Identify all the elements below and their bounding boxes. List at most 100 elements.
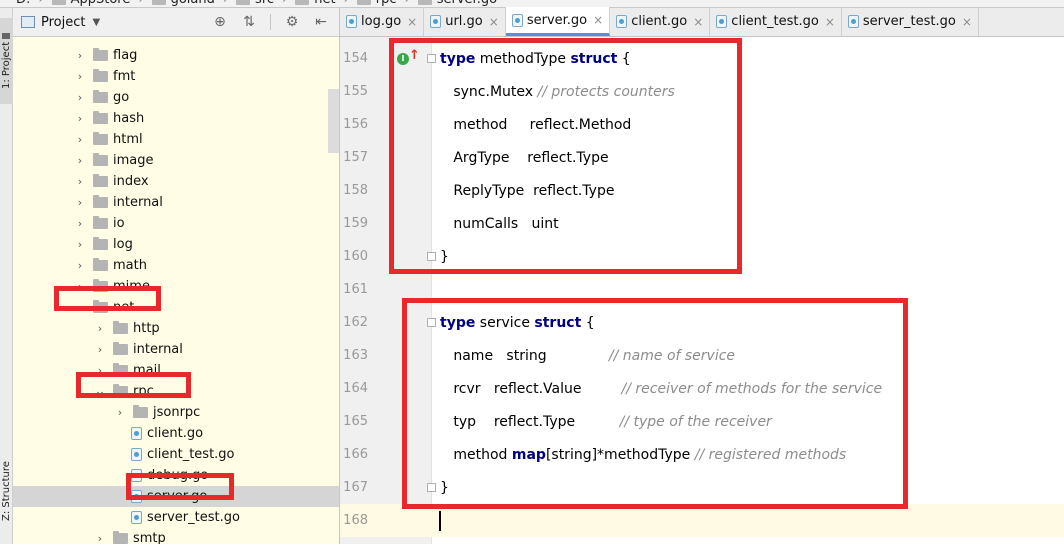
editor-tab[interactable]: server_test.go × [842,7,979,36]
tree-folder-item[interactable]: › http [13,318,339,339]
tree-folder-item[interactable]: › fmt [13,66,339,87]
tool-window-strip: 1: Project Z: Structure [0,8,13,544]
breadcrumb-label: AppStore [71,0,131,7]
close-icon[interactable]: × [825,15,835,29]
tree-folder-item[interactable]: › flag [13,45,339,66]
chevron-right-icon[interactable]: › [73,133,87,146]
chevron-right-icon[interactable]: › [73,154,87,167]
tree-folder-item[interactable]: › jsonrpc [13,402,339,423]
chevron-right-icon[interactable]: › [73,91,87,104]
tree-folder-item[interactable]: › html [13,129,339,150]
line-number: 165 [343,414,368,429]
chevron-right-icon[interactable]: › [73,49,87,62]
close-icon[interactable]: × [489,15,499,29]
line-number: 155 [343,84,368,99]
chevron-right-icon[interactable]: › [93,343,107,356]
close-icon[interactable]: × [593,13,603,27]
editor-tabs: log.go × url.go × server.go × client.go × client… [340,7,1064,37]
chevron-right-icon[interactable]: › [73,217,87,230]
go-file-icon [346,15,357,28]
tree-folder-item[interactable]: › index [13,171,339,192]
tree-item-label: server_test.go [147,510,240,525]
structure-tool-tab[interactable]: Z: Structure [0,456,13,526]
folder-icon [93,69,108,82]
tree-item-label: smtp [133,531,166,544]
annotation-box-rpc-folder [76,372,191,398]
breadcrumb-label: D: [16,0,30,7]
tree-item-label: flag [113,48,138,63]
breadcrumb-item[interactable]: net› [287,0,349,7]
line-number: 157 [343,150,368,165]
folder-icon [93,48,108,61]
close-icon[interactable]: × [693,15,703,29]
structure-tool-tab-label: Z: Structure [1,461,12,521]
line-number: 156 [343,117,368,132]
project-tool-tab[interactable]: 1: Project [0,18,13,104]
tree-folder-item[interactable]: › image [13,150,339,171]
tree-folder-item[interactable]: › log [13,234,339,255]
editor-tab[interactable]: server.go × [505,7,611,36]
tree-item-label: http [133,321,160,336]
chevron-right-icon[interactable]: › [93,322,107,335]
chevron-right-icon[interactable]: › [73,112,87,125]
tree-folder-item[interactable]: › go [13,87,339,108]
tree-file-item[interactable]: client_test.go [13,444,339,465]
tree-item-label: go [113,90,130,105]
breadcrumb-item[interactable]: AppStore› [44,0,144,7]
breadcrumb-item[interactable]: rpc› [349,0,410,7]
folder-icon [93,111,108,124]
folder-icon [93,237,108,250]
project-scrollbar-thumb[interactable] [328,89,339,153]
editor-tab-label: client.go [631,14,688,29]
locate-file-icon[interactable]: ⊕ [212,14,228,30]
tree-folder-item[interactable]: › io [13,213,339,234]
chevron-right-icon[interactable]: › [73,175,87,188]
editor-tab[interactable]: url.go × [424,7,506,36]
chevron-right-icon[interactable]: › [73,196,87,209]
editor-tab[interactable]: client_test.go × [710,7,842,36]
folder-icon [236,0,251,5]
chevron-right-icon[interactable]: › [93,532,107,544]
breadcrumb-label: server.go [437,0,497,7]
editor-tab[interactable]: client.go × [610,7,711,36]
line-number: 167 [343,480,368,495]
folder-icon [417,0,432,5]
editor-tab-label: client_test.go [731,14,819,29]
tree-item-label: index [113,174,149,189]
annotation-box-service [402,298,908,509]
tree-folder-item[interactable]: › hash [13,108,339,129]
chevron-right-icon[interactable]: › [73,70,87,83]
gear-icon[interactable]: ⚙ [284,14,300,30]
line-number: 168 [343,513,368,528]
line-number: 161 [343,282,368,297]
tree-folder-item[interactable]: › math [13,255,339,276]
breadcrumb-label: goland [171,0,215,7]
editor-tab[interactable]: log.go × [340,7,425,36]
project-view-selector[interactable]: Project [41,15,85,30]
text-caret [439,510,441,531]
chevron-right-icon[interactable]: › [113,406,127,419]
editor-tab-label: server.go [526,12,588,28]
folder-icon [133,405,148,418]
chevron-down-icon[interactable]: ▼ [92,17,100,28]
tree-folder-item[interactable]: › internal [13,192,339,213]
editor-tab-label: server_test.go [862,14,956,29]
chevron-right-icon[interactable]: › [73,238,87,251]
editor-tab-label: log.go [361,14,402,29]
breadcrumb-item[interactable]: goland› [144,0,228,7]
breadcrumb-item[interactable]: server.go [410,0,497,7]
collapse-all-icon[interactable]: ⇅ [241,14,257,30]
tree-file-item[interactable]: server_test.go [13,507,339,528]
tree-folder-item[interactable]: › internal [13,339,339,360]
breadcrumb-item[interactable]: src› [228,0,287,7]
tree-folder-item[interactable]: › smtp [13,528,339,544]
breadcrumb-item[interactable]: D:› [16,0,44,7]
tree-file-item[interactable]: client.go [13,423,339,444]
go-file-icon [616,15,628,28]
close-icon[interactable]: × [962,15,972,29]
chevron-right-icon[interactable]: › [73,259,87,272]
go-file-icon [430,15,442,28]
go-file-icon [716,15,728,28]
close-icon[interactable]: × [407,15,417,29]
hide-panel-icon[interactable]: ⇤ [313,14,329,30]
